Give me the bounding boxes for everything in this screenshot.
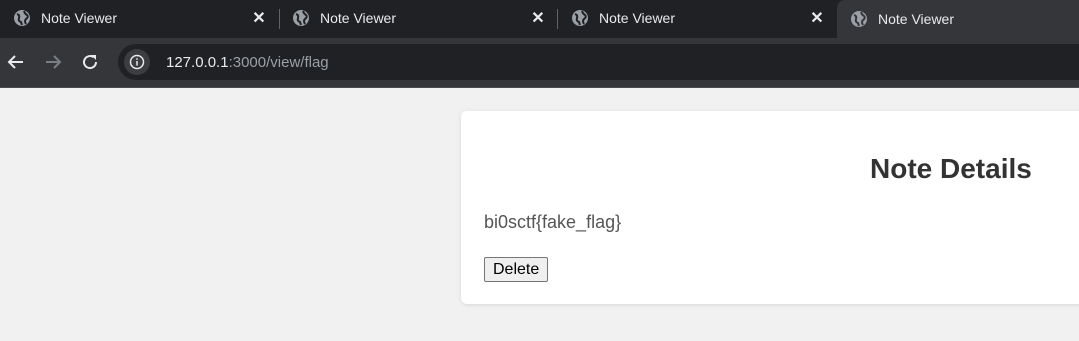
tab-note-viewer-3[interactable]: Note Viewer ✕ (558, 0, 837, 36)
tab-strip: Note Viewer ✕ Note Viewer ✕ Note Viewer … (0, 0, 1079, 38)
note-content: bi0sctf{fake_flag} (484, 212, 622, 232)
back-button[interactable] (3, 49, 29, 75)
url-host: 127.0.0.1 (166, 53, 229, 71)
page-title: Note Details (870, 153, 1032, 184)
forward-arrow-icon (46, 55, 62, 69)
close-icon[interactable]: ✕ (249, 8, 269, 28)
tab-title: Note Viewer (41, 10, 118, 26)
tab-note-viewer-1[interactable]: Note Viewer ✕ (0, 0, 279, 36)
tab-note-viewer-2[interactable]: Note Viewer ✕ (279, 0, 558, 36)
close-icon[interactable]: ✕ (528, 8, 548, 28)
browser-toolbar: 127.0.0.1:3000/view/flag (0, 38, 1079, 87)
tab-title: Note Viewer (599, 10, 676, 26)
close-icon[interactable]: ✕ (807, 8, 827, 28)
globe-icon (292, 9, 310, 27)
reload-button[interactable] (77, 49, 103, 75)
site-info-button[interactable] (124, 49, 150, 75)
toolbar-divider (0, 87, 1079, 88)
note-card: Note Details bi0sctf{fake_flag} Delete (461, 111, 1079, 304)
url-path: :3000/view/flag (228, 53, 329, 71)
globe-icon (850, 10, 868, 28)
tab-title: Note Viewer (320, 10, 397, 26)
globe-icon (571, 9, 589, 27)
tab-title: Note Viewer (878, 11, 955, 27)
info-icon (129, 54, 145, 70)
tab-note-viewer-active[interactable]: Note Viewer (837, 0, 1079, 38)
back-arrow-icon (7, 55, 23, 69)
address-bar[interactable]: 127.0.0.1:3000/view/flag (118, 44, 1079, 80)
globe-icon (13, 9, 31, 27)
reload-icon (83, 55, 98, 70)
forward-button[interactable] (40, 49, 66, 75)
delete-button[interactable]: Delete (484, 257, 549, 282)
url-text: 127.0.0.1:3000/view/flag (166, 54, 329, 71)
